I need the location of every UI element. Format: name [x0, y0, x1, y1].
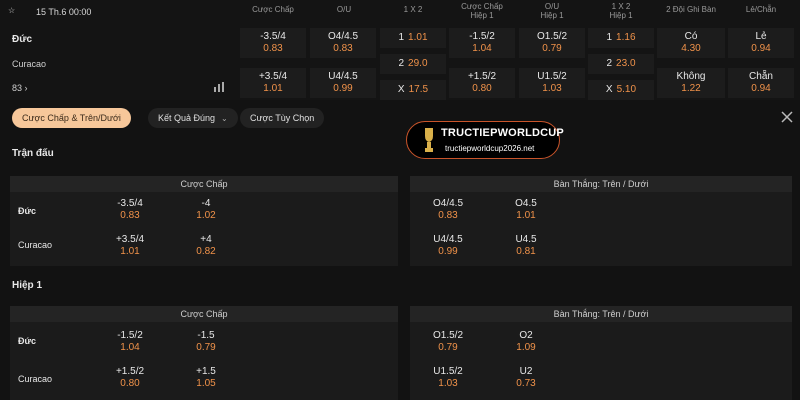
col-header-handicap: Cược Chấp	[252, 5, 294, 14]
odd-cell-handicap-h1-2[interactable]: +1.5/2 0.80	[449, 68, 515, 98]
panel-ou-half1: Bàn Thắng: Trên / Dưới O1.5/2 0.79 O2 1.09…	[410, 306, 792, 400]
odd-cell-odd[interactable]: Lẻ 0.94	[728, 28, 794, 58]
panel-header: Cược Chấp	[10, 176, 398, 192]
team-name: Đức	[18, 206, 37, 216]
more-count: 83	[12, 83, 23, 93]
watermark-brand: TRUCTIEPWORLDCUP	[441, 127, 564, 139]
team2-name: Curacao	[12, 59, 47, 69]
match-datetime: 15 Th.6 00:00	[36, 7, 92, 17]
odd-option[interactable]: O4/4.5 0.83	[418, 198, 478, 222]
odd-option[interactable]: +1.5 1.05	[176, 366, 236, 390]
odd-cell-handicap-h1-1[interactable]: -1.5/2 1.04	[449, 28, 515, 58]
odd-cell-both-score-yes[interactable]: Có 4.30	[657, 28, 725, 58]
odd-option[interactable]: -1.5/2 1.04	[100, 330, 160, 354]
col-header-ou-h1: O/U Hiệp 1	[540, 2, 564, 20]
watermark-logo: TRUCTIEPWORLDCUP tructiepworldcup2026.ne…	[406, 121, 564, 159]
col-header-1x2-h1: 1 X 2 Hiệp 1	[609, 2, 633, 20]
odd-cell-1x2-h1-draw[interactable]: X 5.10	[588, 80, 654, 100]
watermark-url: tructiepworldcup2026.net	[445, 144, 535, 153]
odd-cell-1x2-away[interactable]: 2 29.0	[380, 54, 446, 74]
odd-option[interactable]: +4 0.82	[176, 234, 236, 258]
odd-cell-handicap-2[interactable]: +3.5/4 1.01	[240, 68, 306, 98]
section-title-match: Trận đấu	[12, 148, 54, 159]
trophy-icon	[425, 128, 433, 152]
section-title-half1: Hiệp 1	[12, 280, 43, 291]
odd-option[interactable]: -3.5/4 0.83	[100, 198, 160, 222]
odd-option[interactable]: O1.5/2 0.79	[418, 330, 478, 354]
odd-cell-handicap-1[interactable]: -3.5/4 0.83	[240, 28, 306, 58]
star-icon[interactable]: ☆	[8, 6, 15, 15]
chevron-down-icon: ⌄	[221, 113, 228, 123]
odd-cell-both-score-no[interactable]: Không 1.22	[657, 68, 725, 98]
odd-option[interactable]: -4 1.02	[176, 198, 236, 222]
team1-name: Đức	[12, 34, 33, 45]
odd-option[interactable]: U1.5/2 1.03	[418, 366, 478, 390]
filter-correct-score[interactable]: Kết Quả Đúng ⌄	[148, 108, 238, 128]
panel-header: Bàn Thắng: Trên / Dưới	[410, 176, 792, 192]
odd-cell-ou-1[interactable]: O4/4.5 0.83	[310, 28, 376, 58]
odd-option[interactable]: U4.5 0.81	[496, 234, 556, 258]
more-markets-link[interactable]: 83 ›	[12, 83, 28, 93]
panel-handicap-half1: Cược Chấp Đức -1.5/2 1.04 -1.5 0.79 Curaca…	[10, 306, 398, 400]
odd-cell-1x2-h1-away[interactable]: 2 23.0	[588, 54, 654, 74]
odd-option[interactable]: +3.5/4 1.01	[100, 234, 160, 258]
odd-cell-1x2-home[interactable]: 1 1.01	[380, 28, 446, 48]
odd-cell-1x2-h1-home[interactable]: 1 1.16	[588, 28, 654, 48]
odd-option[interactable]: +1.5/2 0.80	[100, 366, 160, 390]
col-header-handicap-h1: Cược Chấp Hiệp 1	[461, 2, 503, 20]
team-name: Đức	[18, 336, 37, 346]
odd-option[interactable]: -1.5 0.79	[176, 330, 236, 354]
col-header-both-score: 2 Đội Ghi Bàn	[666, 5, 716, 14]
odd-cell-ou-2[interactable]: U4/4.5 0.99	[310, 68, 376, 98]
panel-ou-match: Bàn Thắng: Trên / Dưới O4/4.5 0.83 O4.5 1.…	[410, 176, 792, 266]
team-name: Curacao	[18, 240, 53, 250]
col-header-odd-even: Lẻ/Chẵn	[745, 5, 777, 14]
panel-header: Bàn Thắng: Trên / Dưới	[410, 306, 792, 322]
more-arrow-icon: ›	[24, 83, 28, 93]
col-header-1x2: 1 X 2	[403, 5, 423, 14]
col-header-ou: O/U	[336, 5, 352, 14]
odd-option[interactable]: O4.5 1.01	[496, 198, 556, 222]
filter-custom[interactable]: Cược Tùy Chọn	[240, 108, 325, 128]
team-name: Curacao	[18, 374, 53, 384]
odd-cell-ou-h1-1[interactable]: O1.5/2 0.79	[519, 28, 585, 58]
odd-cell-even[interactable]: Chẵn 0.94	[728, 68, 794, 98]
stats-icon[interactable]	[213, 80, 225, 92]
odd-cell-ou-h1-2[interactable]: U1.5/2 1.03	[519, 68, 585, 98]
odd-option[interactable]: U4/4.5 0.99	[418, 234, 478, 258]
odd-cell-1x2-draw[interactable]: X 17.5	[380, 80, 446, 100]
panel-handicap-match: Cược Chấp Đức -3.5/4 0.83 -4 1.02 Curacao …	[10, 176, 398, 266]
close-icon[interactable]	[780, 110, 794, 124]
panel-header: Cược Chấp	[10, 306, 398, 322]
odd-option[interactable]: U2 0.73	[496, 366, 556, 390]
odd-option[interactable]: O2 1.09	[496, 330, 556, 354]
filter-handicap-ou[interactable]: Cược Chấp & Trên/Dưới	[12, 108, 131, 128]
